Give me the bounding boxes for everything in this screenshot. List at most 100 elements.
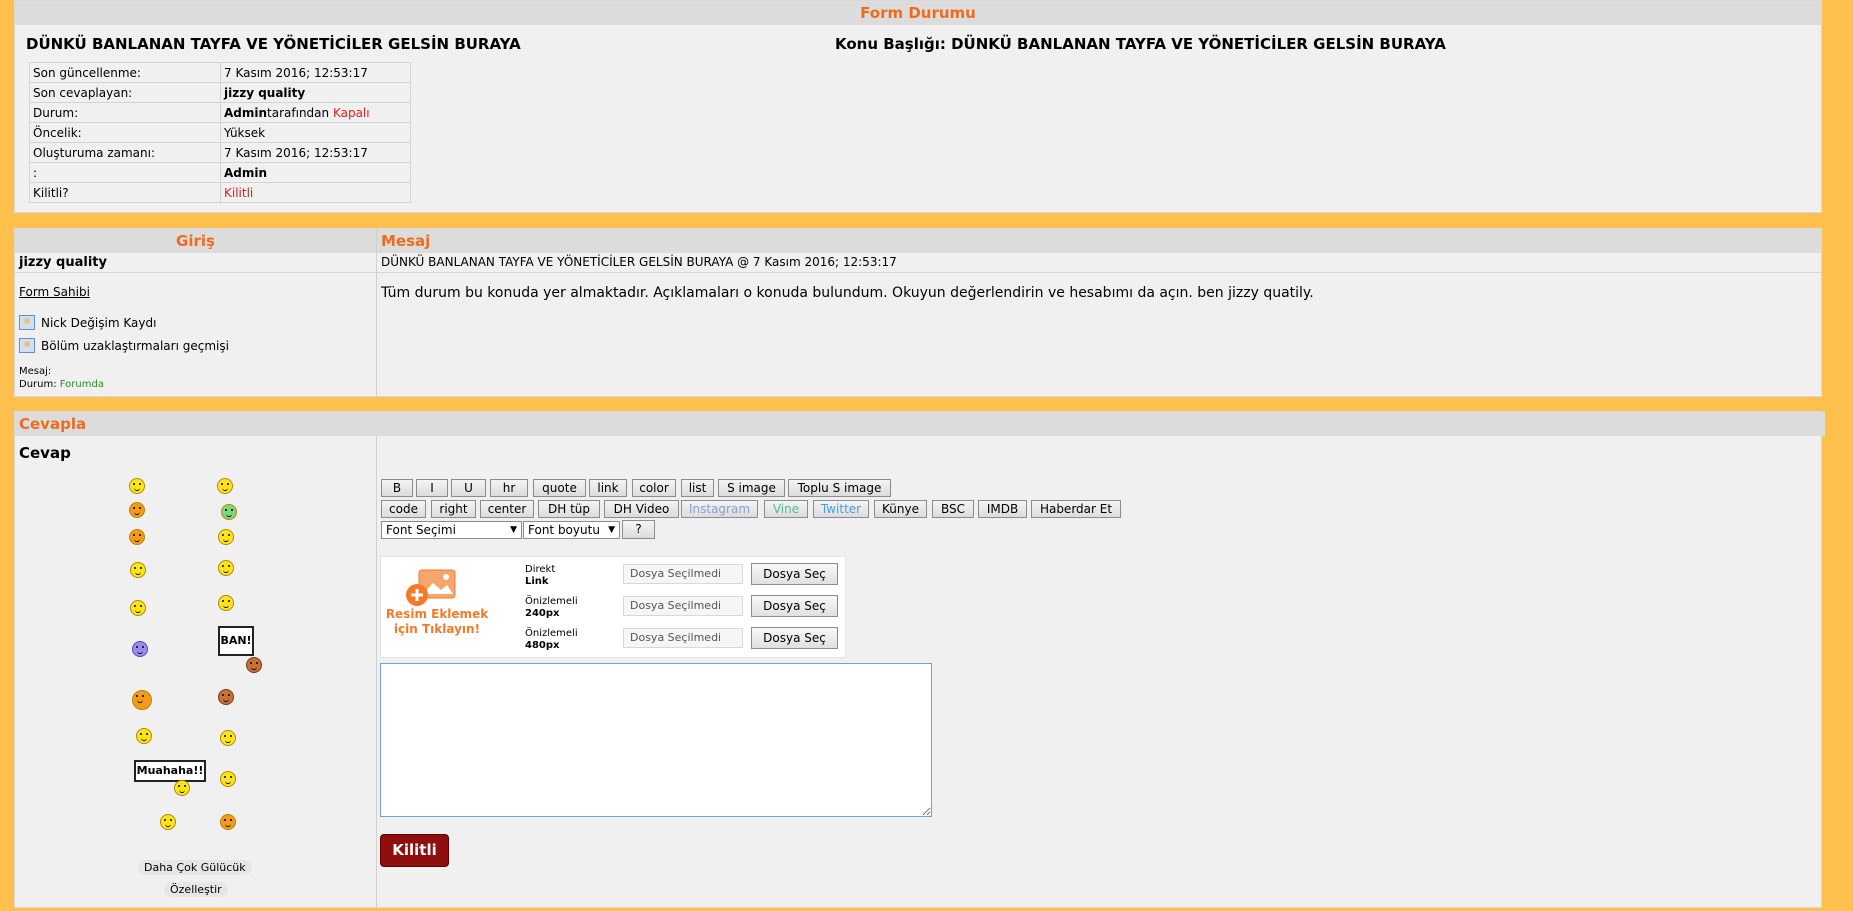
status-value: 7 Kasım 2016; 12:53:17 xyxy=(220,142,411,163)
upload-option-label: Direkt Link xyxy=(525,564,555,588)
ban-history-label: Bölüm uzaklaştırmaları geçmişi xyxy=(41,338,229,353)
bsc-button[interactable]: BSC xyxy=(932,500,974,518)
post-author-column: Giriş jizzy quality Form Sahibi Nick Değ… xyxy=(15,229,377,396)
ban-sign-text: BAN! xyxy=(220,634,252,647)
thinking-icon[interactable] xyxy=(130,600,146,616)
reply-textarea[interactable] xyxy=(380,663,932,817)
megaphone-icon[interactable] xyxy=(218,595,234,611)
status-row: Son cevaplayan: jizzy quality xyxy=(29,82,411,103)
reply-panel: Cevapla Cevap xyxy=(14,411,1825,908)
customize-button[interactable]: Özelleştir xyxy=(164,882,228,897)
bulk-s-image-button[interactable]: Toplu S image xyxy=(788,479,891,497)
ban-sign-icon[interactable]: BAN! xyxy=(218,626,254,656)
status-label: Kilitli? xyxy=(29,182,221,203)
message-count-label: Mesaj: xyxy=(19,366,52,377)
font-select[interactable]: Font Seçimi ▼ xyxy=(381,521,522,539)
computer-icon[interactable] xyxy=(220,771,236,787)
ban-holder-icon xyxy=(246,657,262,673)
image-upload-promo[interactable]: Resim Eklemek için Tıklayın! xyxy=(385,607,489,637)
image-upload-panel: Resim Eklemek için Tıklayın! Direkt Link … xyxy=(380,556,846,658)
direct-link-file-button[interactable]: Dosya Seç xyxy=(751,563,838,585)
message-header: Mesaj xyxy=(377,229,1821,253)
cool-icon[interactable] xyxy=(218,529,234,545)
status-row: Oluşturuma zamanı: 7 Kasım 2016; 12:53:17 xyxy=(29,142,411,163)
rock-icon[interactable] xyxy=(130,562,146,578)
preview-480-file-button[interactable]: Dosya Seç xyxy=(751,627,838,649)
closed-status: Kapalı xyxy=(332,105,370,120)
admin-link[interactable]: Admin xyxy=(224,166,267,180)
thumbs-up-icon[interactable] xyxy=(218,560,234,576)
fire-icon[interactable] xyxy=(132,690,152,710)
topic-title: Konu Başlığı: DÜNKÜ BANLANAN TAYFA VE YÖ… xyxy=(835,35,1446,53)
tongue-icon[interactable] xyxy=(129,529,145,545)
dh-tube-button[interactable]: DH tüp xyxy=(538,500,600,518)
grin-icon[interactable] xyxy=(217,478,233,494)
id-card-icon xyxy=(19,315,35,330)
instagram-button[interactable]: Instagram xyxy=(681,500,758,518)
italic-button[interactable]: I xyxy=(416,479,448,497)
muahaha-sign-icon[interactable]: Muahaha!! xyxy=(134,760,206,782)
s-image-button[interactable]: S image xyxy=(718,479,785,497)
wall-icon[interactable] xyxy=(220,814,236,830)
status-label: Son cevaplayan: xyxy=(29,82,221,103)
viking-icon[interactable] xyxy=(160,814,176,830)
twitter-button[interactable]: Twitter xyxy=(813,500,869,518)
upload-option-line1: Direkt xyxy=(525,564,556,575)
upload-option-label: Önizlemeli 480px xyxy=(525,628,578,652)
status-label: Oluşturuma zamanı: xyxy=(29,142,221,163)
quote-button[interactable]: quote xyxy=(533,479,586,497)
kunye-button[interactable]: Künye xyxy=(874,500,927,518)
purple-smiley-icon[interactable] xyxy=(132,641,148,657)
chevron-down-icon: ▼ xyxy=(510,525,517,535)
devil-icon[interactable] xyxy=(129,502,145,518)
sombrero-icon[interactable] xyxy=(136,728,152,744)
right-align-button[interactable]: right xyxy=(431,500,476,518)
bold-button[interactable]: B xyxy=(381,479,413,497)
center-button[interactable]: center xyxy=(480,500,534,518)
smiley-column: Cevapla Cevap xyxy=(15,412,1825,907)
code-button[interactable]: code xyxy=(381,500,426,518)
notify-button[interactable]: Haberdar Et xyxy=(1031,500,1121,518)
login-header: Giriş xyxy=(15,229,376,253)
crazy-icon[interactable] xyxy=(221,504,237,520)
closed-by-admin[interactable]: Admin xyxy=(224,106,267,120)
nick-history-link[interactable]: Nick Değişim Kaydı xyxy=(19,315,156,330)
hr-button[interactable]: hr xyxy=(490,479,528,497)
status-table: Son güncellenme: 7 Kasım 2016; 12:53:17 S… xyxy=(29,62,411,203)
post-message-column: Mesaj DÜNKÜ BANLANAN TAYFA VE YÖNETİCİLE… xyxy=(377,229,1821,396)
link-button[interactable]: link xyxy=(589,479,627,497)
form-owner-link[interactable]: Form Sahibi xyxy=(19,285,90,299)
last-replier-link[interactable]: jizzy quality xyxy=(224,86,305,100)
upload-option-line1: Önizlemeli xyxy=(525,628,578,639)
submit-locked-button[interactable]: Kilitli xyxy=(380,834,449,867)
underline-button[interactable]: U xyxy=(451,479,486,497)
status-value: 7 Kasım 2016; 12:53:17 xyxy=(220,62,411,83)
dh-video-button[interactable]: DH Video xyxy=(604,500,679,518)
post-username[interactable]: jizzy quality xyxy=(15,253,376,273)
font-size-select[interactable]: Font boyutu ▼ xyxy=(523,521,620,539)
help-button[interactable]: ? xyxy=(622,520,655,539)
preview-240-file-button[interactable]: Dosya Seç xyxy=(751,595,838,617)
post-body: Tüm durum bu konuda yer almaktadır. Açık… xyxy=(381,285,1314,301)
status-row: : Admin xyxy=(29,162,411,183)
ban-history-link[interactable]: Bölüm uzaklaştırmaları geçmişi xyxy=(19,338,229,353)
status-panel: Form Durumu DÜNKÜ BANLANAN TAYFA VE YÖNE… xyxy=(14,0,1822,213)
evil-icon[interactable] xyxy=(218,689,234,705)
police-icon[interactable] xyxy=(220,730,236,746)
post-panel: Giriş jizzy quality Form Sahibi Nick Değ… xyxy=(14,228,1822,397)
post-meta: DÜNKÜ BANLANAN TAYFA VE YÖNETİCİLER GELS… xyxy=(377,253,1821,273)
list-button[interactable]: list xyxy=(681,479,714,497)
more-smileys-button[interactable]: Daha Çok Gülücük xyxy=(138,860,252,875)
vine-button[interactable]: Vine xyxy=(764,500,808,518)
image-upload-icon[interactable] xyxy=(401,569,465,606)
chevron-down-icon: ▼ xyxy=(608,525,615,535)
status-value: jizzy quality xyxy=(220,82,411,103)
upload-option-label: Önizlemeli 240px xyxy=(525,596,578,620)
upload-option-line2: 480px xyxy=(525,640,560,651)
color-button[interactable]: color xyxy=(632,479,676,497)
direct-link-file-field: Dosya Seçilmedi xyxy=(623,564,743,584)
preview-240-file-field: Dosya Seçilmedi xyxy=(623,596,743,616)
smile-icon[interactable] xyxy=(129,478,145,494)
imdb-button[interactable]: IMDB xyxy=(978,500,1027,518)
font-size-select-value: Font boyutu xyxy=(528,523,600,537)
